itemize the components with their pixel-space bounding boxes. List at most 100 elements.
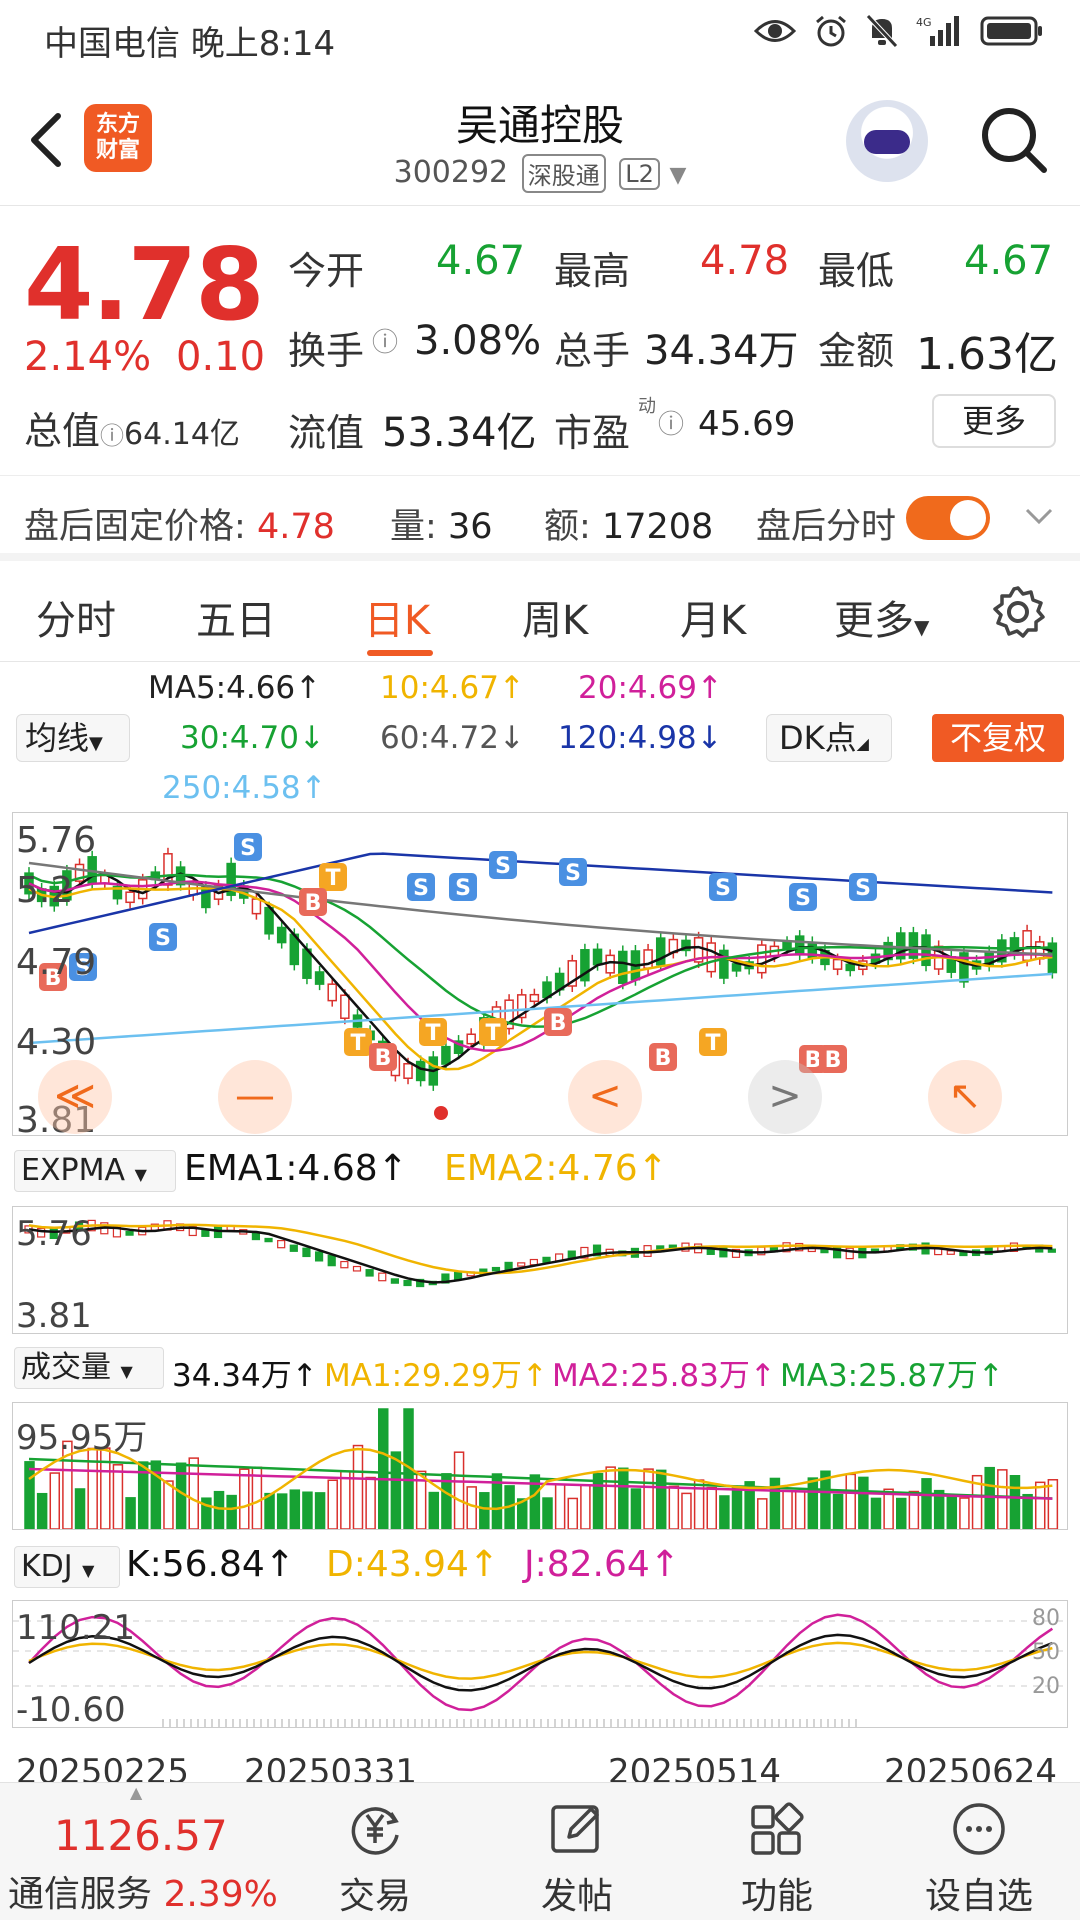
tab-monthly-k[interactable]: 月K bbox=[680, 588, 746, 646]
volume-bar bbox=[327, 1479, 338, 1529]
alarm-icon bbox=[816, 15, 846, 47]
nav-prev-button[interactable]: < bbox=[568, 1060, 642, 1134]
nav-next-button[interactable]: > bbox=[748, 1060, 822, 1134]
volume-bar bbox=[858, 1476, 869, 1529]
open-label: 今开 bbox=[288, 249, 365, 293]
volume-bar bbox=[466, 1486, 477, 1529]
ma10-line bbox=[28, 887, 1053, 1071]
candle-body bbox=[289, 1244, 298, 1252]
candle-body bbox=[1034, 941, 1045, 960]
volume-selector-label: 成交量 bbox=[21, 1350, 111, 1385]
candle-body bbox=[415, 1060, 426, 1082]
volume-canvas[interactable] bbox=[13, 1403, 1069, 1529]
candle-body bbox=[794, 935, 805, 956]
tab-more[interactable]: 更多▼ bbox=[834, 588, 929, 646]
post-button[interactable]: 发帖 bbox=[512, 1799, 642, 1919]
after-hours-toggle[interactable] bbox=[906, 496, 990, 540]
index-percent: 2.39% bbox=[163, 1874, 278, 1915]
post-label: 发帖 bbox=[540, 1876, 613, 1917]
tab-weekly-k[interactable]: 周K bbox=[522, 588, 588, 646]
adjustment-button[interactable]: 不复权 bbox=[932, 714, 1064, 762]
current-price: 4.78 bbox=[24, 226, 265, 343]
candle-body bbox=[592, 948, 603, 966]
expma-chart[interactable] bbox=[12, 1206, 1068, 1334]
kline-y-top: 5.76 bbox=[16, 820, 97, 861]
volume-selector[interactable]: 成交量 ▼ bbox=[14, 1347, 164, 1389]
more-button[interactable]: 更多 bbox=[932, 394, 1056, 448]
tab-daily-k[interactable]: 日K bbox=[364, 588, 430, 646]
dk-point-label: DK点 bbox=[779, 719, 857, 757]
tab-intraday[interactable]: 分时 bbox=[36, 588, 116, 646]
yen-trade-icon bbox=[351, 1807, 399, 1855]
index-value[interactable]: 1126.57 bbox=[54, 1811, 228, 1860]
kline-canvas[interactable]: B SSSTBTBS SS SS S ST T BBTB B bbox=[13, 813, 1069, 1135]
trade-button[interactable]: 交易 bbox=[310, 1799, 440, 1919]
volume-bar bbox=[908, 1490, 920, 1529]
kdj-canvas[interactable] bbox=[13, 1601, 1069, 1727]
candle-body bbox=[276, 926, 287, 944]
eye-icon bbox=[754, 20, 796, 42]
dk-point-button[interactable]: DK点◢ bbox=[766, 714, 892, 762]
info-icon[interactable]: ⓘ bbox=[372, 322, 398, 359]
volume-chart[interactable] bbox=[12, 1402, 1068, 1530]
volume-bar bbox=[125, 1497, 136, 1529]
pe-superscript: 动 bbox=[638, 396, 656, 417]
volume-bar bbox=[213, 1490, 225, 1529]
expma-selector[interactable]: EXPMA ▼ bbox=[14, 1150, 176, 1192]
total-cap-value: 64.14亿 bbox=[124, 417, 240, 452]
ema1-value: EMA1:4.68↑ bbox=[184, 1148, 408, 1189]
after-hours-price-label: 盘后固定价格: bbox=[24, 507, 246, 547]
chevron-down-icon[interactable] bbox=[1024, 506, 1054, 526]
volume-bar bbox=[567, 1497, 579, 1529]
ma5-value: MA5:4.66↑ bbox=[148, 670, 322, 706]
robot-assistant-icon[interactable] bbox=[846, 100, 928, 182]
index-name-row[interactable]: 通信服务 2.39% bbox=[8, 1865, 278, 1917]
dropdown-triangle-icon: ▼ bbox=[914, 615, 930, 639]
expma-canvas[interactable] bbox=[13, 1207, 1069, 1333]
kdj-chart[interactable] bbox=[12, 1600, 1069, 1728]
after-hours-volume: 量: 36 bbox=[390, 498, 492, 549]
function-button[interactable]: 功能 bbox=[712, 1799, 842, 1919]
trade-marker-letter: T bbox=[350, 1031, 365, 1056]
after-hours-amt-label: 额: bbox=[544, 507, 591, 547]
candle-body bbox=[264, 906, 274, 935]
active-tab-indicator bbox=[367, 650, 433, 656]
volume-bar bbox=[428, 1491, 440, 1529]
volume-bar bbox=[794, 1490, 806, 1529]
candle-body bbox=[201, 1229, 210, 1237]
info-icon[interactable]: ⓘ bbox=[658, 404, 684, 441]
settings-gear-icon[interactable] bbox=[990, 584, 1046, 640]
volume-bar bbox=[883, 1488, 894, 1529]
period-tabs: 分时 五日 日K 周K 月K 更多▼ bbox=[0, 570, 1080, 662]
kline-chart[interactable]: BSSSTBTBSSSSSSSTTBBTBB bbox=[12, 812, 1068, 1136]
nav-last-button[interactable]: ↖ bbox=[928, 1060, 1002, 1134]
candle-body bbox=[529, 1258, 538, 1266]
ma-selector[interactable]: 均线▼ bbox=[16, 714, 130, 762]
candle-body bbox=[466, 1033, 476, 1045]
info-icon[interactable]: ⓘ bbox=[100, 422, 124, 450]
trade-marker-letter: S bbox=[715, 876, 731, 901]
candle-body bbox=[378, 1272, 387, 1282]
search-icon[interactable] bbox=[976, 102, 1052, 178]
volume-bar bbox=[731, 1485, 743, 1529]
zoom-out-button[interactable]: — bbox=[218, 1060, 292, 1134]
amount-label: 金额 bbox=[818, 329, 895, 373]
volume-y-top: 95.95万 bbox=[16, 1418, 148, 1458]
volume-bar bbox=[49, 1472, 61, 1529]
add-watchlist-button[interactable]: 设自选 bbox=[914, 1799, 1044, 1919]
tab-five-day[interactable]: 五日 bbox=[196, 588, 276, 646]
volume-bar bbox=[782, 1490, 793, 1529]
dropdown-triangle-icon: ▼ bbox=[669, 163, 687, 188]
kdj-selector[interactable]: KDJ ▼ bbox=[14, 1546, 120, 1588]
kdj-ref-80: 80 bbox=[1032, 1606, 1060, 1631]
network-label: 4G bbox=[916, 16, 932, 29]
more-circle-icon bbox=[953, 1803, 1005, 1855]
candle-body bbox=[264, 1237, 273, 1243]
volume-bar bbox=[896, 1497, 907, 1529]
expand-up-icon[interactable]: ▲ bbox=[130, 1783, 142, 1802]
volume-bar bbox=[719, 1495, 730, 1529]
nav-first-button[interactable]: ≪ bbox=[38, 1060, 112, 1134]
dropdown-triangle-icon: ▼ bbox=[82, 1561, 95, 1580]
volume-bar bbox=[74, 1488, 86, 1529]
kline-y-mid3: 4.30 bbox=[16, 1022, 97, 1063]
